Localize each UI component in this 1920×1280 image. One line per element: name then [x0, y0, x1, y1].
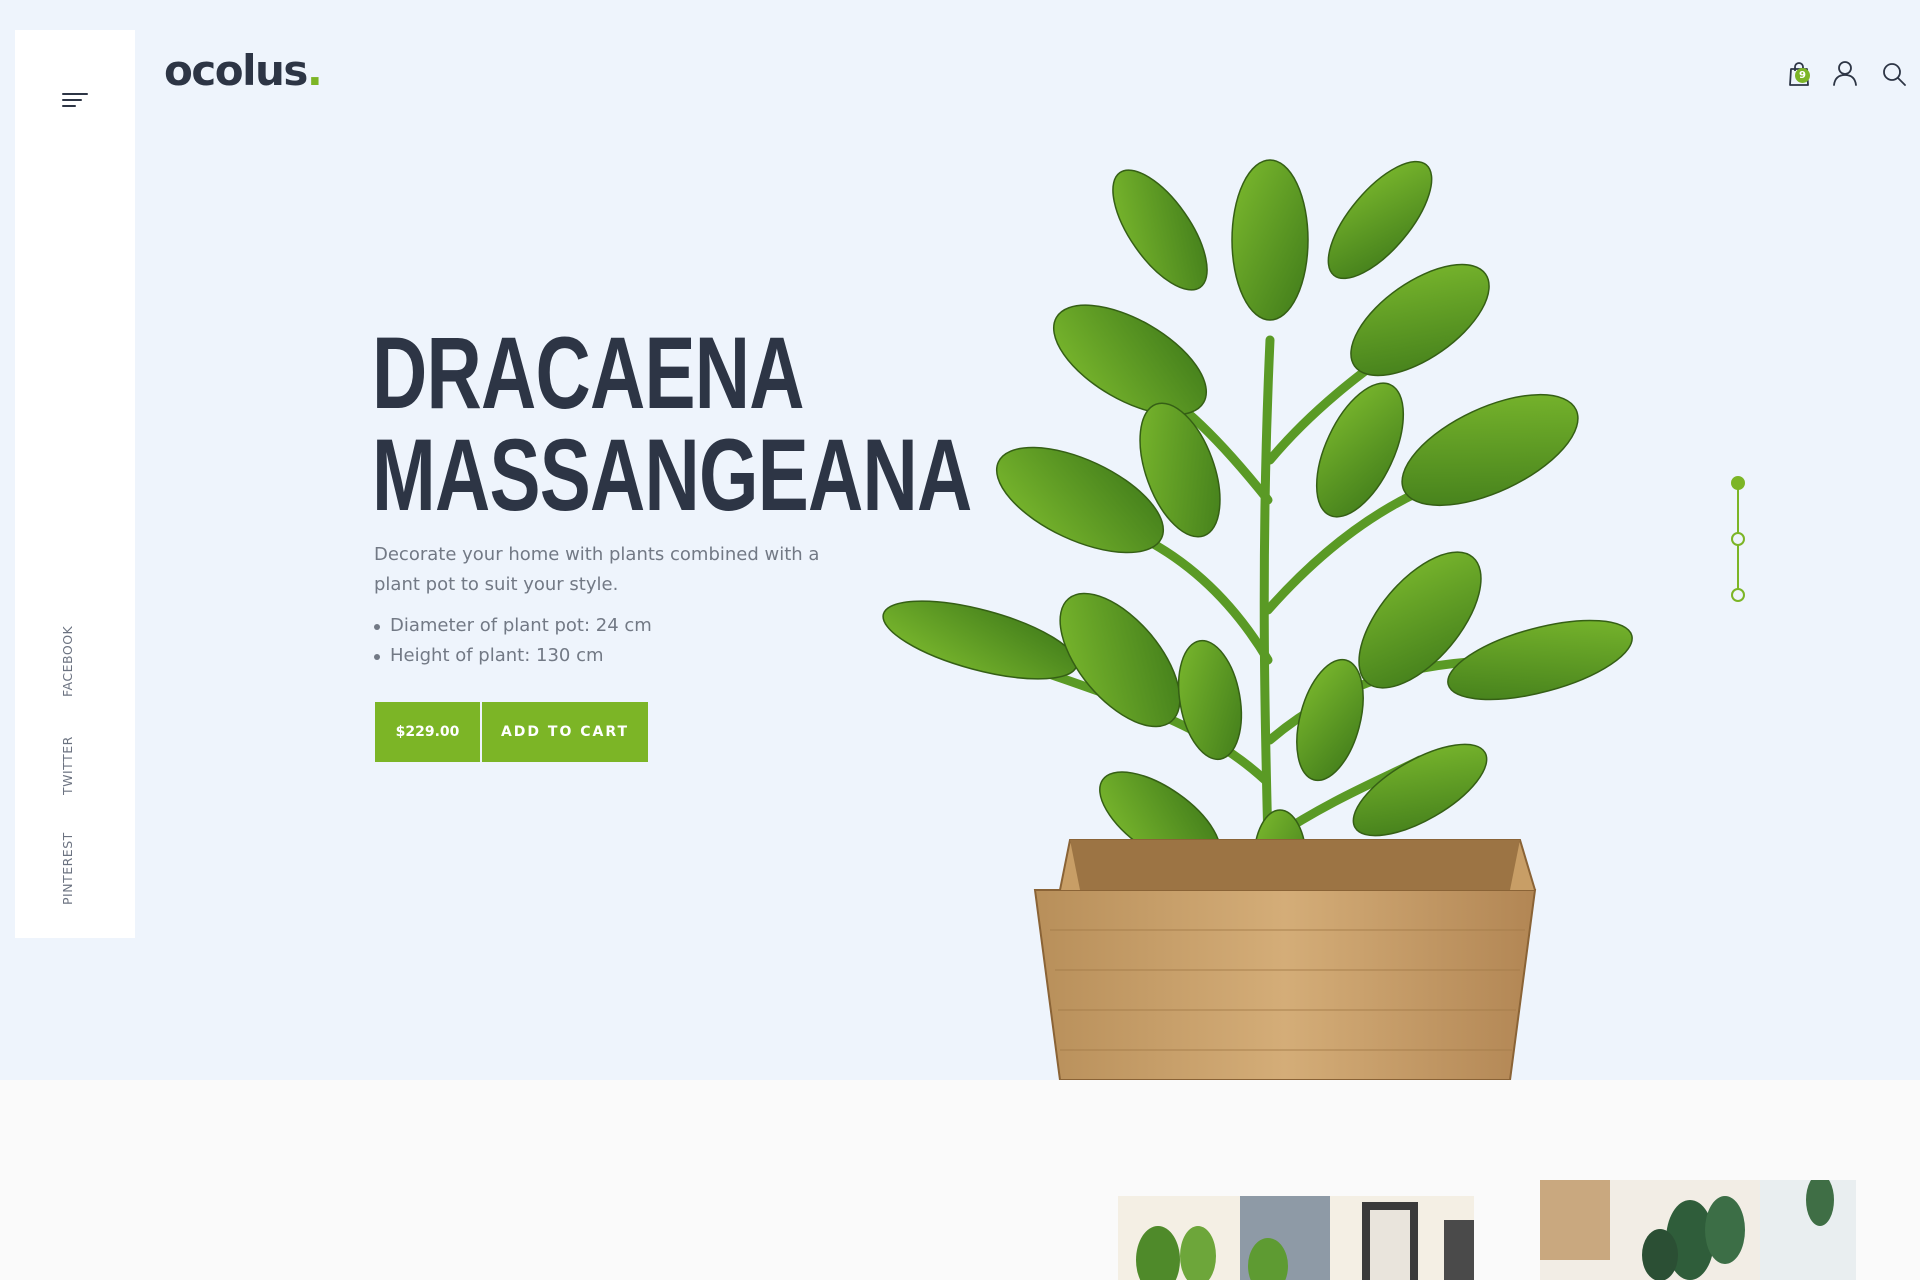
room-image-1 — [1118, 1196, 1474, 1280]
spec-item: Diameter of plant pot: 24 cm — [374, 611, 652, 641]
spec-item: Height of plant: 130 cm — [374, 641, 652, 671]
room-thumbnail-2[interactable] — [1540, 1180, 1856, 1280]
product-title: DRACAENA MASSANGEANA — [372, 316, 972, 532]
add-to-cart-group[interactable]: $229.00 ADD TO CART — [375, 702, 648, 762]
brand-dot: . — [306, 46, 323, 95]
room-thumbnail-1[interactable] — [1118, 1196, 1474, 1280]
brand-name: ocolus — [164, 46, 308, 95]
side-panel — [15, 30, 135, 938]
user-icon[interactable] — [1831, 59, 1859, 87]
slider-dot-1[interactable] — [1731, 476, 1745, 490]
add-to-cart-button[interactable]: ADD TO CART — [482, 702, 648, 762]
search-icon[interactable] — [1880, 60, 1908, 88]
product-title-line1: DRACAENA — [372, 316, 805, 430]
cart-count-badge: 9 — [1795, 68, 1810, 83]
menu-icon[interactable] — [62, 90, 90, 110]
slider-pagination — [1730, 476, 1746, 602]
room-image-2 — [1540, 1180, 1856, 1280]
slider-dot-3[interactable] — [1731, 588, 1745, 602]
social-link-pinterest[interactable]: PINTEREST — [60, 832, 75, 905]
product-plant-image — [882, 159, 1633, 1080]
product-description: Decorate your home with plants combined … — [374, 544, 820, 595]
price-button[interactable]: $229.00 — [375, 702, 480, 762]
slider-dot-2[interactable] — [1731, 532, 1745, 546]
product-title-line2: MASSANGEANA — [372, 418, 972, 532]
social-link-twitter[interactable]: TWITTER — [60, 736, 75, 795]
product-specs: Diameter of plant pot: 24 cm Height of p… — [374, 611, 652, 671]
brand-logo[interactable]: ocolus. — [164, 46, 323, 95]
social-link-facebook[interactable]: FACEBOOK — [60, 626, 75, 697]
